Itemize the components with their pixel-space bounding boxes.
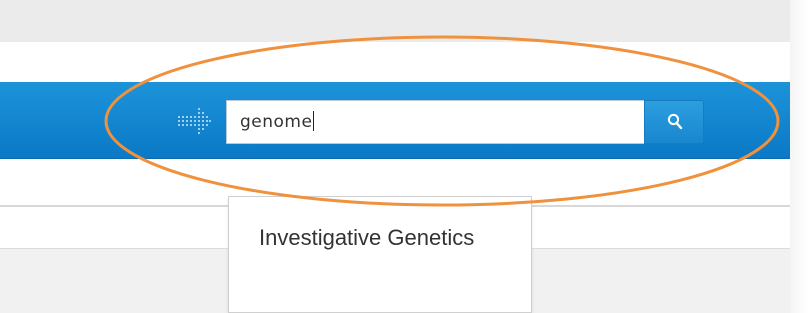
divider [532,205,790,207]
dotted-arrow-icon [178,108,211,134]
lower-band [0,248,228,313]
right-edge [790,0,808,313]
top-strip [0,0,808,42]
page: genome Investigative Genetics [0,0,808,313]
suggestion-dropdown: Investigative Genetics [228,196,532,313]
lower-band [532,248,790,313]
search-input-value: genome [240,110,315,134]
divider [0,205,228,207]
search-button[interactable] [644,100,704,144]
suggestion-item[interactable]: Investigative Genetics [259,223,499,253]
text-caret [313,111,315,131]
search-query: genome [240,112,313,132]
search-icon [667,113,683,130]
